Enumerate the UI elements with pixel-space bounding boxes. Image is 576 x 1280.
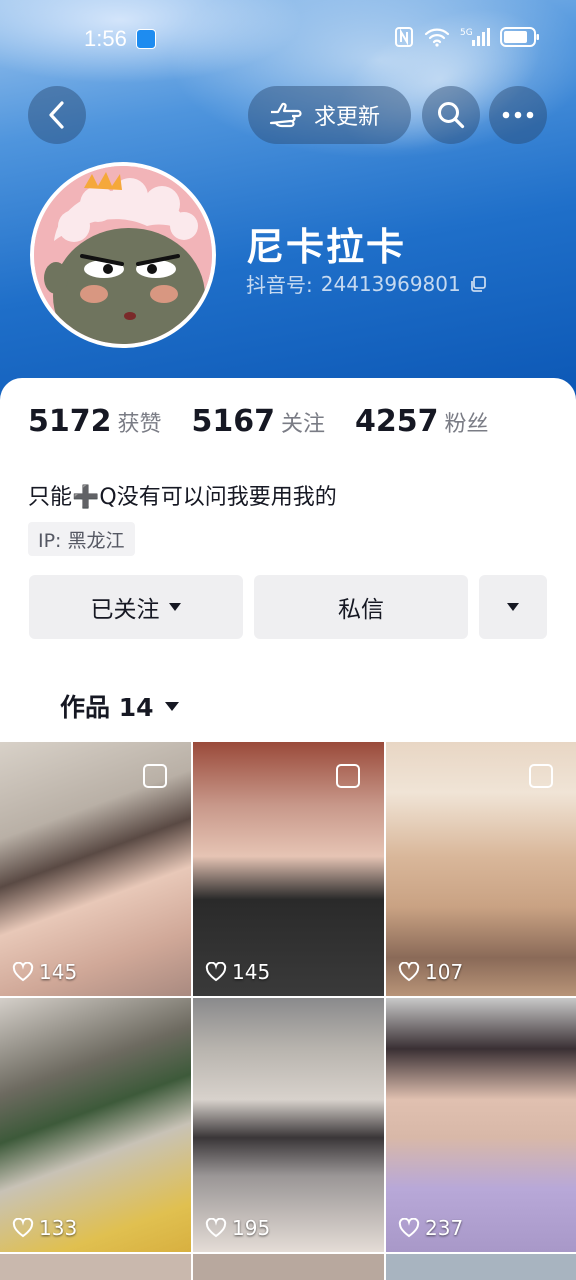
video-thumbnail <box>193 1254 384 1280</box>
request-update-label: 求更新 <box>314 105 381 130</box>
ip-location-tag: IP: 黑龙江 <box>28 522 135 556</box>
copy-icon[interactable] <box>469 275 487 293</box>
stat-label: 关注 <box>281 412 326 437</box>
video-tile[interactable]: 145 <box>193 742 384 996</box>
video-tile[interactable]: 195 <box>193 998 384 1252</box>
select-checkbox[interactable] <box>143 764 167 788</box>
hand-point-icon <box>269 102 302 128</box>
like-count: 195 <box>205 1216 270 1240</box>
followed-label: 已关注 <box>90 597 160 623</box>
more-options-dropdown[interactable] <box>479 575 547 639</box>
video-thumbnail <box>0 998 191 1252</box>
search-icon <box>438 102 465 129</box>
stat-label: 粉丝 <box>444 412 489 437</box>
video-tile[interactable] <box>0 1254 191 1280</box>
tab-works-label: 作品 14 <box>60 693 154 722</box>
search-button[interactable] <box>422 86 480 144</box>
douyin-id[interactable]: 抖音号: 24413969801 <box>246 269 487 298</box>
video-thumbnail <box>386 998 576 1252</box>
video-thumbnail <box>386 1254 576 1280</box>
video-tile[interactable]: 145 <box>0 742 191 996</box>
like-count-value: 195 <box>232 1216 271 1240</box>
heart-icon <box>398 962 420 982</box>
video-tile[interactable]: 107 <box>386 742 576 996</box>
like-count: 133 <box>12 1216 77 1240</box>
nfc-icon <box>395 27 413 47</box>
like-count-value: 133 <box>39 1216 78 1240</box>
stat-value: 5167 <box>191 404 276 439</box>
stat-value: 4257 <box>355 404 439 439</box>
wifi-icon <box>424 28 450 47</box>
message-button[interactable]: 私信 <box>254 575 468 639</box>
heart-icon <box>205 1218 227 1238</box>
cloud-icon <box>136 29 156 49</box>
message-label: 私信 <box>338 597 384 623</box>
like-count: 107 <box>398 960 463 984</box>
stat-following[interactable]: 5167 关注 <box>192 404 326 439</box>
profile-name: 尼卡拉卡 <box>246 225 407 269</box>
video-thumbnail <box>193 998 384 1252</box>
heart-icon <box>12 962 34 982</box>
followed-button[interactable]: 已关注 <box>29 575 243 639</box>
caret-down-icon <box>168 603 181 611</box>
video-tile[interactable]: 133 <box>0 998 191 1252</box>
heart-icon <box>205 962 227 982</box>
select-checkbox[interactable] <box>336 764 360 788</box>
video-thumbnail <box>0 1254 191 1280</box>
like-count-value: 107 <box>425 960 464 984</box>
stat-value: 5172 <box>28 404 112 439</box>
profile-bio: 只能➕Q没有可以问我要用我的 <box>28 485 337 510</box>
video-tile[interactable] <box>193 1254 384 1280</box>
like-count: 145 <box>12 960 77 984</box>
like-count-value: 145 <box>39 960 78 984</box>
status-icons: 5G <box>394 26 540 48</box>
heart-icon <box>398 1218 420 1238</box>
avatar[interactable] <box>30 162 216 348</box>
avatar-illustration <box>34 166 212 344</box>
caret-down-icon <box>164 701 179 711</box>
status-time: 1:56 <box>84 26 127 51</box>
signal-icon: 5G <box>460 28 490 46</box>
request-update-button[interactable]: 求更新 <box>248 86 411 144</box>
video-tile[interactable] <box>386 1254 576 1280</box>
back-button[interactable] <box>28 86 86 144</box>
stat-followers[interactable]: 4257 粉丝 <box>355 404 489 439</box>
profile-stats: 5172 获赞 5167 关注 4257 粉丝 <box>28 404 489 439</box>
status-bar: 1:56 5G <box>0 0 576 80</box>
more-dots-icon <box>502 111 534 119</box>
douyin-id-value: 24413969801 <box>320 271 461 296</box>
stat-likes[interactable]: 5172 获赞 <box>28 404 162 439</box>
chevron-left-icon <box>49 101 64 129</box>
like-count: 145 <box>205 960 270 984</box>
video-tile[interactable]: 237 <box>386 998 576 1252</box>
like-count-value: 145 <box>232 960 271 984</box>
heart-icon <box>12 1218 34 1238</box>
douyin-id-label: 抖音号: <box>246 273 313 297</box>
like-count-value: 237 <box>425 1216 464 1240</box>
like-count: 237 <box>398 1216 463 1240</box>
more-button[interactable] <box>489 86 547 144</box>
svg-text:5G: 5G <box>460 28 473 38</box>
stat-label: 获赞 <box>117 412 162 437</box>
tab-works[interactable]: 作品 14 <box>60 688 180 724</box>
caret-down-icon <box>507 603 519 611</box>
select-checkbox[interactable] <box>529 764 553 788</box>
battery-icon <box>500 27 539 47</box>
